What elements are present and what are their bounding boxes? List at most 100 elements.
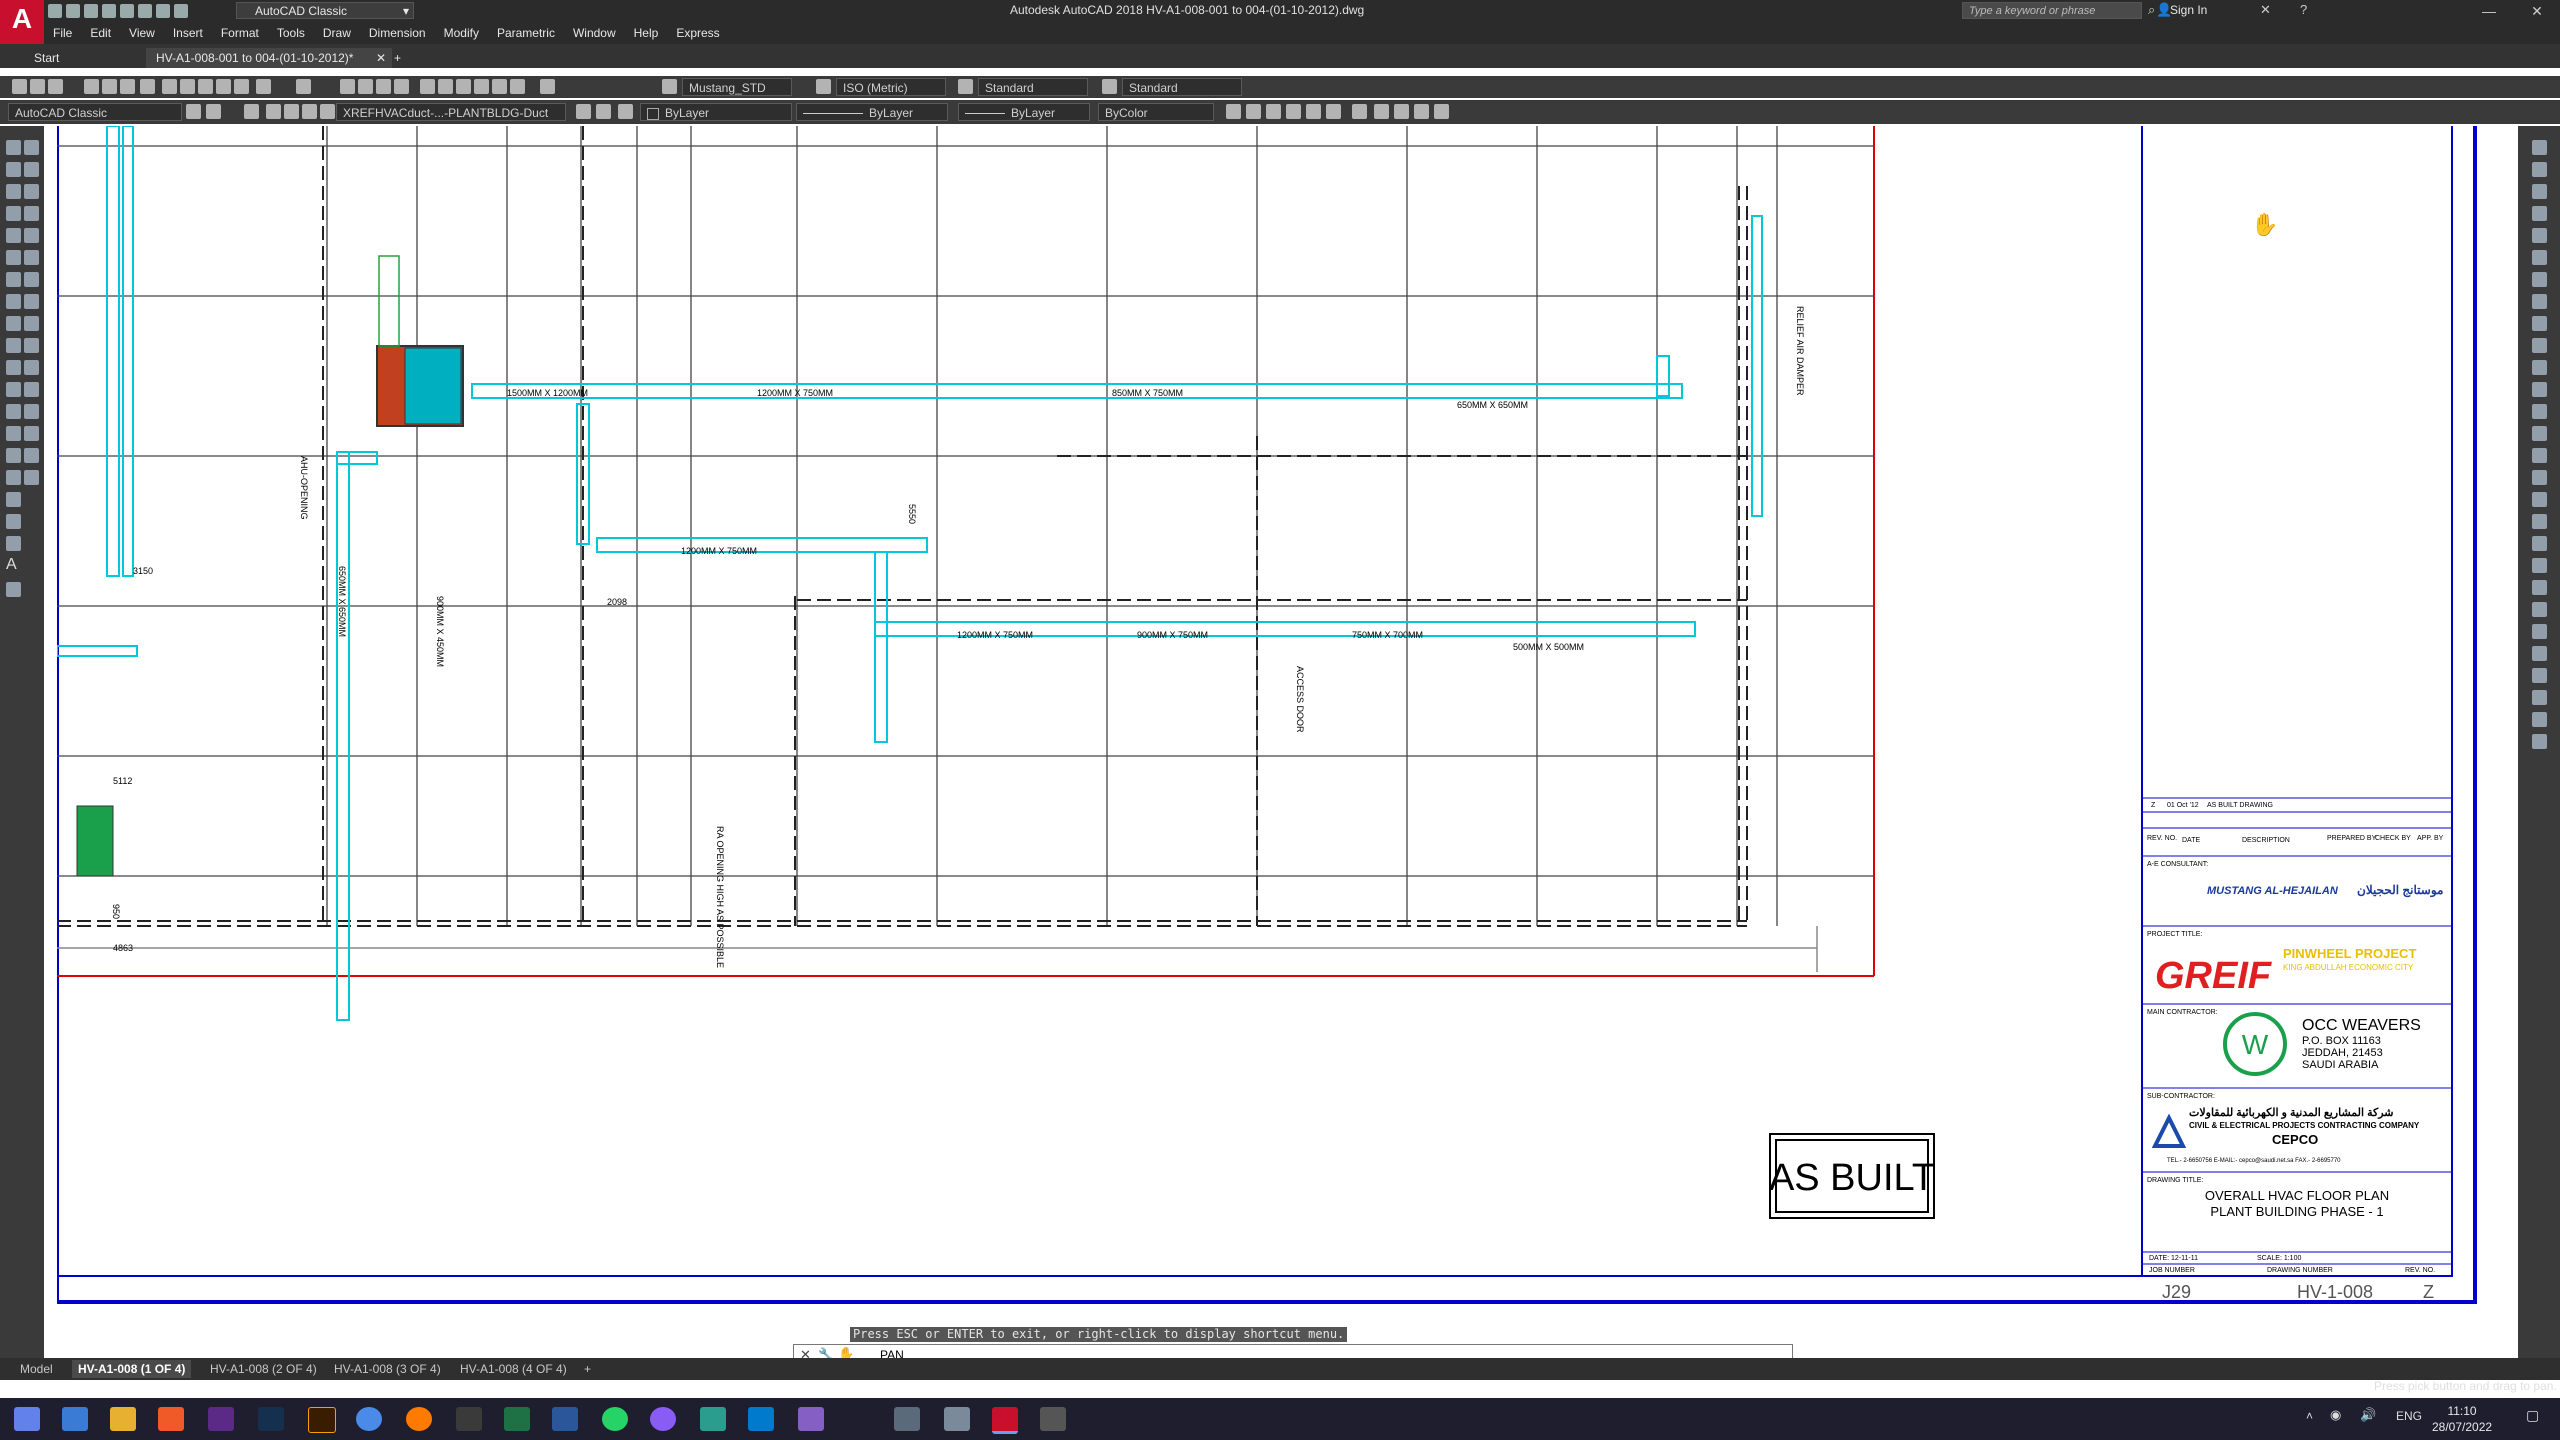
polygon-icon[interactable]: [6, 206, 21, 221]
dim-style-icon[interactable]: [816, 79, 831, 94]
inspection-icon[interactable]: [2532, 470, 2547, 485]
linear-dim-icon[interactable]: [2532, 140, 2547, 155]
git-icon[interactable]: [700, 1407, 726, 1431]
3dprint-icon[interactable]: [140, 79, 155, 94]
start-icon[interactable]: [14, 1407, 40, 1431]
mirror-icon[interactable]: [24, 184, 39, 199]
dim-oblique-icon[interactable]: [2532, 668, 2547, 683]
dim-continue-icon[interactable]: [1394, 104, 1409, 119]
sign-in-button[interactable]: Sign In: [2170, 3, 2207, 17]
linetype-select[interactable]: ByLayer: [796, 103, 948, 121]
menu-parametric[interactable]: Parametric: [488, 22, 564, 44]
center-mark-icon[interactable]: [2532, 448, 2547, 463]
dim-style-icon[interactable]: [2532, 580, 2547, 595]
dim-edit-icon[interactable]: [2532, 514, 2547, 529]
matchprop-icon[interactable]: [216, 79, 231, 94]
xline-icon[interactable]: [6, 162, 21, 177]
sun-icon[interactable]: [284, 104, 299, 119]
circle-icon[interactable]: [6, 272, 21, 287]
menu-view[interactable]: View: [120, 22, 164, 44]
new-layout-button[interactable]: +: [584, 1360, 591, 1378]
join-icon[interactable]: [24, 404, 39, 419]
cut-icon[interactable]: [162, 79, 177, 94]
unlock-icon[interactable]: [302, 104, 317, 119]
input-language[interactable]: ENG: [2396, 1409, 2422, 1423]
tray-chevron-icon[interactable]: ˄: [2306, 1409, 2313, 1423]
plot-icon[interactable]: [84, 79, 99, 94]
exchange-icon[interactable]: ✕: [2260, 2, 2271, 18]
layer-states-icon[interactable]: [618, 104, 633, 119]
open-icon[interactable]: [30, 79, 45, 94]
extend-icon[interactable]: [24, 360, 39, 375]
arc-length-icon[interactable]: [2532, 184, 2547, 199]
spline-icon[interactable]: [6, 316, 21, 331]
redo-icon[interactable]: [296, 79, 311, 94]
region-icon[interactable]: [6, 492, 21, 507]
app-menu-button[interactable]: A: [0, 0, 44, 44]
excel-icon[interactable]: [504, 1407, 530, 1431]
new-tab-button[interactable]: +: [384, 48, 411, 68]
offset-icon[interactable]: [24, 206, 39, 221]
table-style-icon[interactable]: [958, 79, 973, 94]
ellipse-icon[interactable]: [6, 338, 21, 353]
redo-icon[interactable]: [156, 4, 170, 18]
polyline-icon[interactable]: [6, 184, 21, 199]
dim-override-icon[interactable]: [2532, 602, 2547, 617]
color-select[interactable]: ByLayer: [640, 103, 792, 121]
baseline-icon[interactable]: [2532, 338, 2547, 353]
line-icon[interactable]: [6, 140, 21, 155]
save-icon[interactable]: [48, 79, 63, 94]
photoshop-icon[interactable]: [258, 1407, 284, 1431]
menu-help[interactable]: Help: [625, 22, 668, 44]
dim-radius-icon[interactable]: [1306, 104, 1321, 119]
drawing-canvas[interactable]: 1500MM X 1200MM 1200MM X 750MM 850MM X 7…: [57, 126, 2518, 1358]
teams-icon[interactable]: [62, 1407, 88, 1431]
help-icon[interactable]: [540, 79, 555, 94]
undo-icon[interactable]: [256, 79, 271, 94]
firefox-icon[interactable]: [406, 1407, 432, 1431]
copy-icon[interactable]: [180, 79, 195, 94]
dim-space-icon[interactable]: [1414, 104, 1429, 119]
dim-aligned-icon[interactable]: [1246, 104, 1261, 119]
quickcalc-icon[interactable]: [510, 79, 525, 94]
explorer-icon[interactable]: [110, 1407, 136, 1431]
close-button[interactable]: ✕: [2514, 0, 2560, 22]
zoom-previous-icon[interactable]: [394, 79, 409, 94]
preview-icon[interactable]: [102, 79, 117, 94]
tolerance-icon[interactable]: [2532, 426, 2547, 441]
tool-palettes-icon[interactable]: [456, 79, 471, 94]
illustrator-icon[interactable]: [308, 1407, 336, 1433]
rectangle-icon[interactable]: [6, 228, 21, 243]
mleader-style-select[interactable]: Standard: [1122, 78, 1242, 96]
github-icon[interactable]: [650, 1407, 676, 1431]
menu-express[interactable]: Express: [667, 22, 728, 44]
system-clock[interactable]: 11:10 28/07/2022: [2432, 1403, 2492, 1435]
dim-linear-icon[interactable]: [1226, 104, 1241, 119]
tab-model[interactable]: Model: [20, 1360, 53, 1378]
volume-icon[interactable]: 🔊: [2360, 1407, 2376, 1423]
menu-format[interactable]: Format: [212, 22, 268, 44]
dim-angular-icon[interactable]: [1352, 104, 1367, 119]
minimize-button[interactable]: —: [2466, 0, 2512, 22]
notifications-icon[interactable]: ▢: [2526, 1407, 2539, 1424]
add-selected-icon[interactable]: [6, 536, 21, 551]
design-center-icon[interactable]: [438, 79, 453, 94]
app3-icon[interactable]: [944, 1407, 970, 1431]
menu-modify[interactable]: Modify: [435, 22, 488, 44]
dim-diameter-icon[interactable]: [1326, 104, 1341, 119]
plotstyle-select[interactable]: ByColor: [1098, 103, 1214, 121]
visualstudio-icon[interactable]: [798, 1407, 824, 1431]
dim-baseline-icon[interactable]: [1374, 104, 1389, 119]
point-icon[interactable]: [6, 426, 21, 441]
dim-reassociate-icon[interactable]: [2532, 624, 2547, 639]
dim-break-icon[interactable]: [1434, 104, 1449, 119]
dim-update-icon[interactable]: [2532, 558, 2547, 573]
save-icon[interactable]: [84, 4, 98, 18]
scale-icon[interactable]: [24, 294, 39, 309]
calculator-icon[interactable]: [1040, 1407, 1066, 1431]
fillet-icon[interactable]: [24, 448, 39, 463]
copy-object-icon[interactable]: [24, 162, 39, 177]
revcloud-icon[interactable]: [6, 294, 21, 309]
tab-start[interactable]: Start: [24, 48, 70, 68]
pan-icon[interactable]: [340, 79, 355, 94]
